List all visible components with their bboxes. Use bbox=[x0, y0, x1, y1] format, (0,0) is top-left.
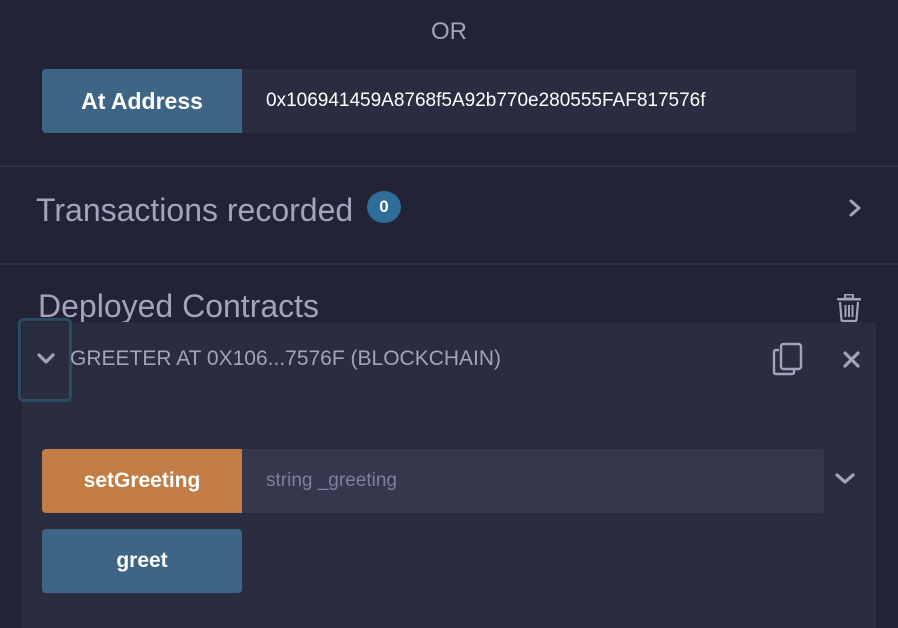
transactions-recorded-toggle[interactable]: Transactions recorded 0 bbox=[0, 167, 898, 263]
set-greeting-button[interactable]: setGreeting bbox=[42, 449, 242, 513]
chevron-down-icon[interactable] bbox=[834, 471, 856, 487]
chevron-right-icon[interactable] bbox=[846, 197, 864, 219]
trash-icon[interactable] bbox=[836, 294, 862, 322]
at-address-input[interactable]: 0x106941459A8768f5A92b770e280555FAF81757… bbox=[242, 69, 856, 133]
copy-icon[interactable] bbox=[772, 342, 804, 376]
deploy-run-panel: OR At Address 0x106941459A8768f5A92b770e… bbox=[0, 0, 898, 628]
transactions-count-badge: 0 bbox=[367, 191, 401, 223]
deployed-contracts-title: Deployed Contracts bbox=[38, 288, 320, 324]
set-greeting-row: setGreeting string _greeting bbox=[42, 449, 824, 513]
close-icon[interactable] bbox=[842, 350, 861, 369]
set-greeting-input[interactable]: string _greeting bbox=[242, 449, 824, 513]
chevron-down-icon[interactable] bbox=[35, 350, 57, 368]
at-address-button[interactable]: At Address bbox=[42, 69, 242, 133]
at-address-row: At Address 0x106941459A8768f5A92b770e280… bbox=[42, 69, 856, 133]
greet-row: greet bbox=[42, 529, 242, 593]
greet-button[interactable]: greet bbox=[42, 529, 242, 593]
or-separator: OR bbox=[431, 18, 467, 45]
divider bbox=[0, 263, 898, 265]
contract-instance-name[interactable]: GREETER AT 0X106...7576F (BLOCKCHAIN) bbox=[70, 347, 501, 371]
transactions-recorded-title: Transactions recorded bbox=[36, 192, 354, 228]
